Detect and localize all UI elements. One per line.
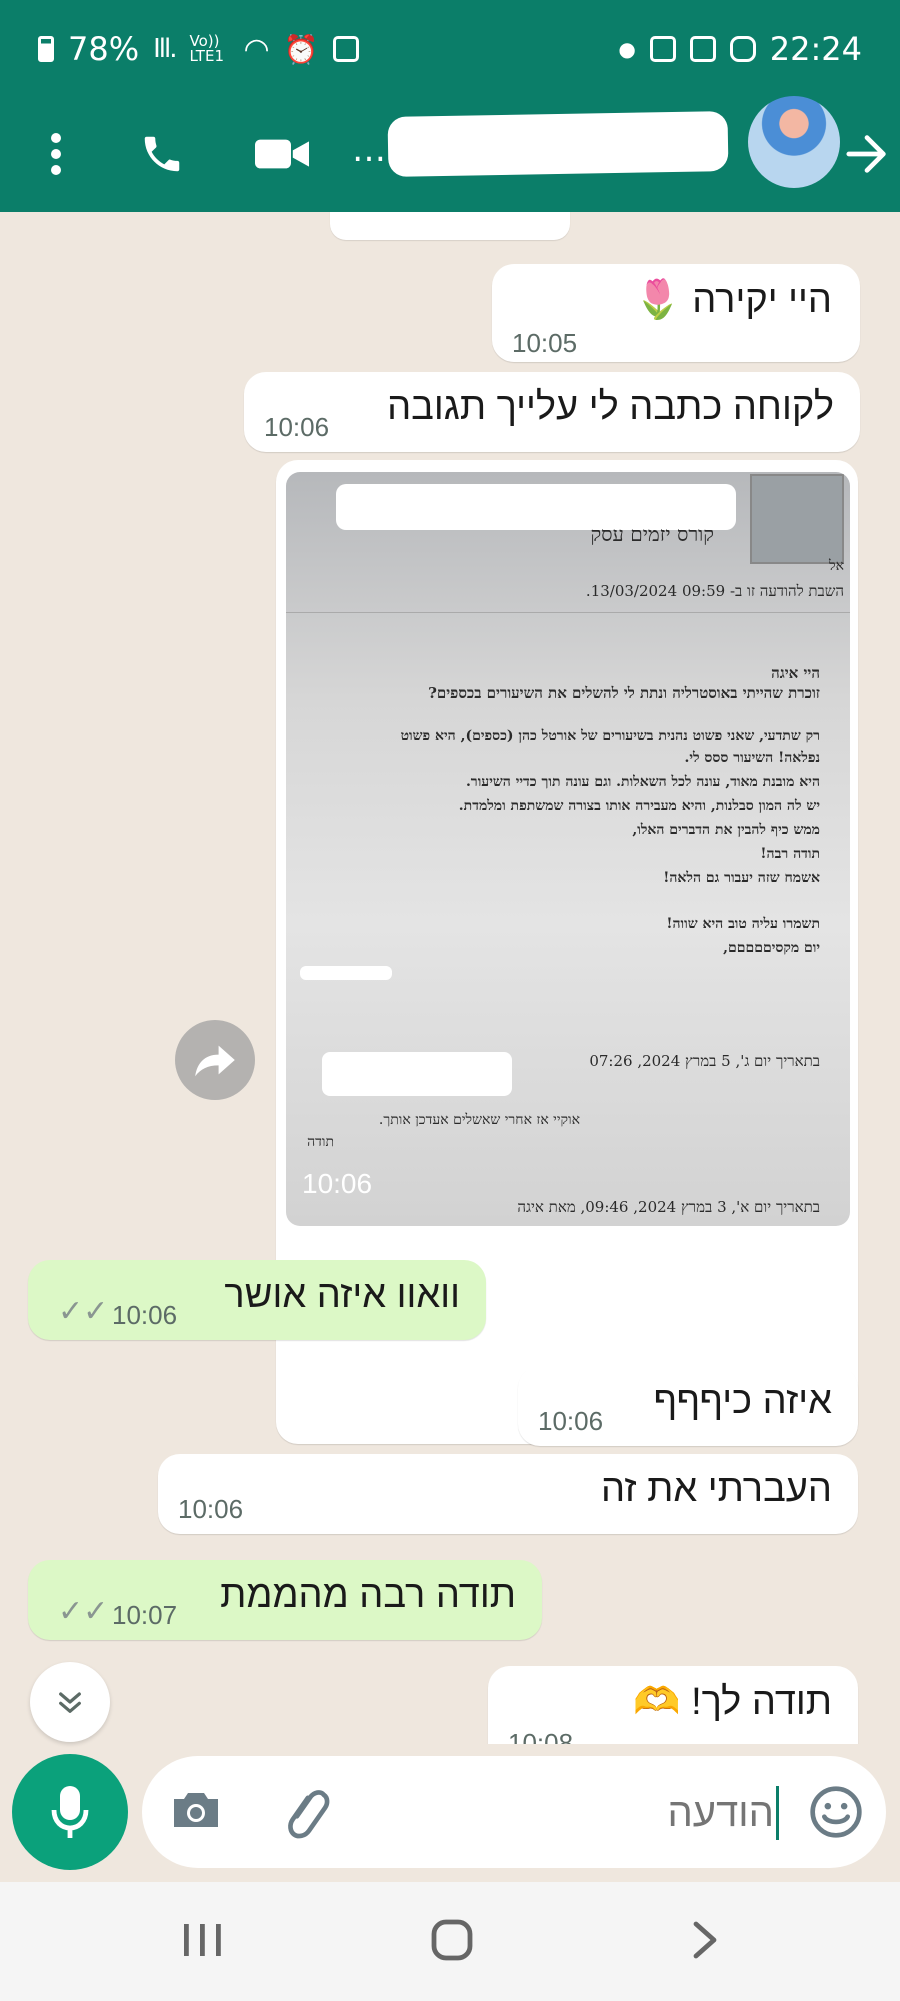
message-time: 10:06: [264, 412, 330, 442]
message-incoming[interactable]: היי יקירה 🌷 10:05: [492, 264, 860, 362]
message-text: לקוחה כתבה לי עלייך תגובה: [387, 386, 834, 428]
more-options-button[interactable]: [36, 124, 76, 184]
doc-line: קורס יזמים עסק: [590, 522, 714, 546]
message-time: 10:06: [538, 1406, 604, 1436]
microphone-icon: [51, 1786, 89, 1838]
message-text: וואוו איזה אושר: [224, 1274, 460, 1316]
forward-icon: [195, 1045, 235, 1077]
battery-icon: [38, 36, 54, 62]
doc-line: בתאריך יום א', 3 במרץ 2024, 09:46, מאת א…: [517, 1198, 820, 1216]
clock-time: 22:24: [769, 30, 862, 68]
doc-line: ממש כיף להבין את הדברים האלו,: [632, 822, 820, 838]
image-time: 10:06: [302, 1168, 373, 1199]
contact-name-redacted[interactable]: [387, 111, 729, 177]
message-outgoing[interactable]: וואוו איזה אושר ✓✓ 10:06: [28, 1260, 486, 1340]
message-text: תודה לך! 🫶: [633, 1681, 832, 1723]
scroll-to-bottom-button[interactable]: [30, 1662, 110, 1742]
chevron-right-icon: [693, 1921, 717, 1959]
voice-call-button[interactable]: [132, 124, 192, 184]
doc-line: היי איגה: [771, 664, 820, 682]
read-ticks-icon: ✓✓: [58, 1294, 109, 1329]
video-call-button[interactable]: [250, 124, 314, 184]
message-incoming[interactable]: העברתי את זה 10:06: [158, 1454, 858, 1534]
home-icon: [431, 1919, 473, 1961]
message-time: 10:08: [508, 1728, 574, 1744]
doc-line: השבת להודעה זו ב- 09:59 13/03/2024.: [585, 582, 844, 600]
forward-button[interactable]: [175, 1020, 255, 1100]
doc-line: יש לה המון סבלנות, והיא מעבירה אותו בצור…: [458, 798, 820, 814]
message-composer: [142, 1756, 886, 1868]
text-cursor: [776, 1786, 779, 1840]
home-button[interactable]: [430, 1918, 474, 1962]
doc-line: אל: [829, 558, 844, 574]
message-text: איזה כיףףף: [653, 1380, 832, 1422]
system-nav-bar: [0, 1882, 900, 2001]
message-time: 10:05: [512, 328, 578, 358]
message-text: העברתי את זה: [600, 1468, 832, 1510]
doc-line: תודה: [307, 1134, 334, 1150]
video-camera-icon: [255, 139, 309, 169]
doc-line: בתאריך יום ג', 5 במרץ 2024, 07:26: [589, 1052, 820, 1070]
arrow-right-icon: [846, 135, 886, 173]
message-text: היי יקירה 🌷: [634, 279, 832, 321]
message-outgoing[interactable]: תודה רבה מהממת ✓✓ 10:07: [28, 1560, 542, 1640]
signature-redacted: [300, 966, 392, 980]
camera-button[interactable]: [170, 1786, 226, 1838]
divider: [286, 612, 850, 613]
doc-line: אוקיי אז אחרי שאשלים אעדכן אותך.: [378, 1112, 580, 1128]
dot-icon: ●: [618, 37, 636, 61]
network-label: Vo)) LTE1: [189, 32, 224, 65]
paperclip-icon: [288, 1790, 330, 1839]
recents-icon: [184, 1924, 221, 1956]
doc-line: נפלאה! השיעור ססס לי.: [684, 750, 820, 766]
emoji-button[interactable]: [808, 1784, 864, 1840]
recycle-icon: [332, 36, 359, 62]
message-incoming[interactable]: לקוחה כתבה לי עלייך תגובה 10:06: [244, 372, 860, 452]
message-incoming[interactable]: איזה כיףףף 10:06: [518, 1366, 858, 1446]
gallery-icon: [689, 36, 716, 62]
calendar-icon: [649, 36, 676, 62]
more-label: …: [352, 130, 386, 170]
camera-icon: [174, 1793, 218, 1827]
attach-button[interactable]: [280, 1784, 340, 1840]
date-pill: [330, 212, 570, 240]
read-ticks-icon: ✓✓: [58, 1594, 109, 1629]
doc-line: היא מובנת מאוד, עונה לכל השאלות. וגם עונ…: [465, 774, 820, 790]
avatar-placeholder: [750, 474, 844, 564]
doc-line: תודה רבה!: [760, 846, 820, 862]
alarm-icon: ⏰: [283, 32, 319, 66]
doc-line: זוכרת שהייתי באוסטרליה ונתת לי להשלים את…: [428, 684, 820, 702]
message-input[interactable]: [382, 1784, 776, 1842]
smiley-icon: [810, 1786, 862, 1838]
status-bar: 78% Ill. Vo)) LTE1 ◠ ⏰ ● 22:24: [0, 0, 900, 104]
recent-apps-button[interactable]: [180, 1920, 224, 1960]
signal-icon: Ill.: [153, 34, 177, 64]
doc-line: רק שתדעי, שאני פשוט נהנית בשיעורים של או…: [400, 728, 820, 744]
double-chevron-down-icon: [59, 1692, 81, 1713]
doc-line: אשמח שזה יעבור גם הלאה!: [663, 870, 820, 886]
app-icon: [729, 36, 756, 62]
message-time: 10:06: [112, 1300, 178, 1330]
forwarded-email-photo[interactable]: קורס יזמים עסק אל השבת להודעה זו ב- 09:5…: [286, 472, 850, 1226]
doc-line: יום מקסיםםםםם,: [723, 940, 820, 956]
more-vert-icon: [51, 133, 61, 175]
doc-line: תשמרו עליה טוב היא שווה!: [666, 916, 820, 932]
message-incoming[interactable]: תודה לך! 🫶 10:08: [488, 1666, 858, 1744]
chat-area: היי יקירה 🌷 10:05 לקוחה כתבה לי עלייך תג…: [0, 212, 900, 1744]
back-nav-button[interactable]: [690, 1918, 726, 1962]
contact-avatar[interactable]: [748, 96, 840, 188]
phone-icon: [144, 136, 180, 172]
message-text: תודה רבה מהממת: [220, 1574, 516, 1616]
battery-level: 78%: [68, 30, 140, 68]
message-time: 10:07: [112, 1600, 178, 1630]
voice-message-button[interactable]: [12, 1754, 128, 1870]
wifi-icon: ◠: [243, 31, 270, 67]
message-time: 10:06: [178, 1494, 244, 1524]
email-redacted: [322, 1052, 512, 1096]
back-button[interactable]: [842, 124, 892, 184]
